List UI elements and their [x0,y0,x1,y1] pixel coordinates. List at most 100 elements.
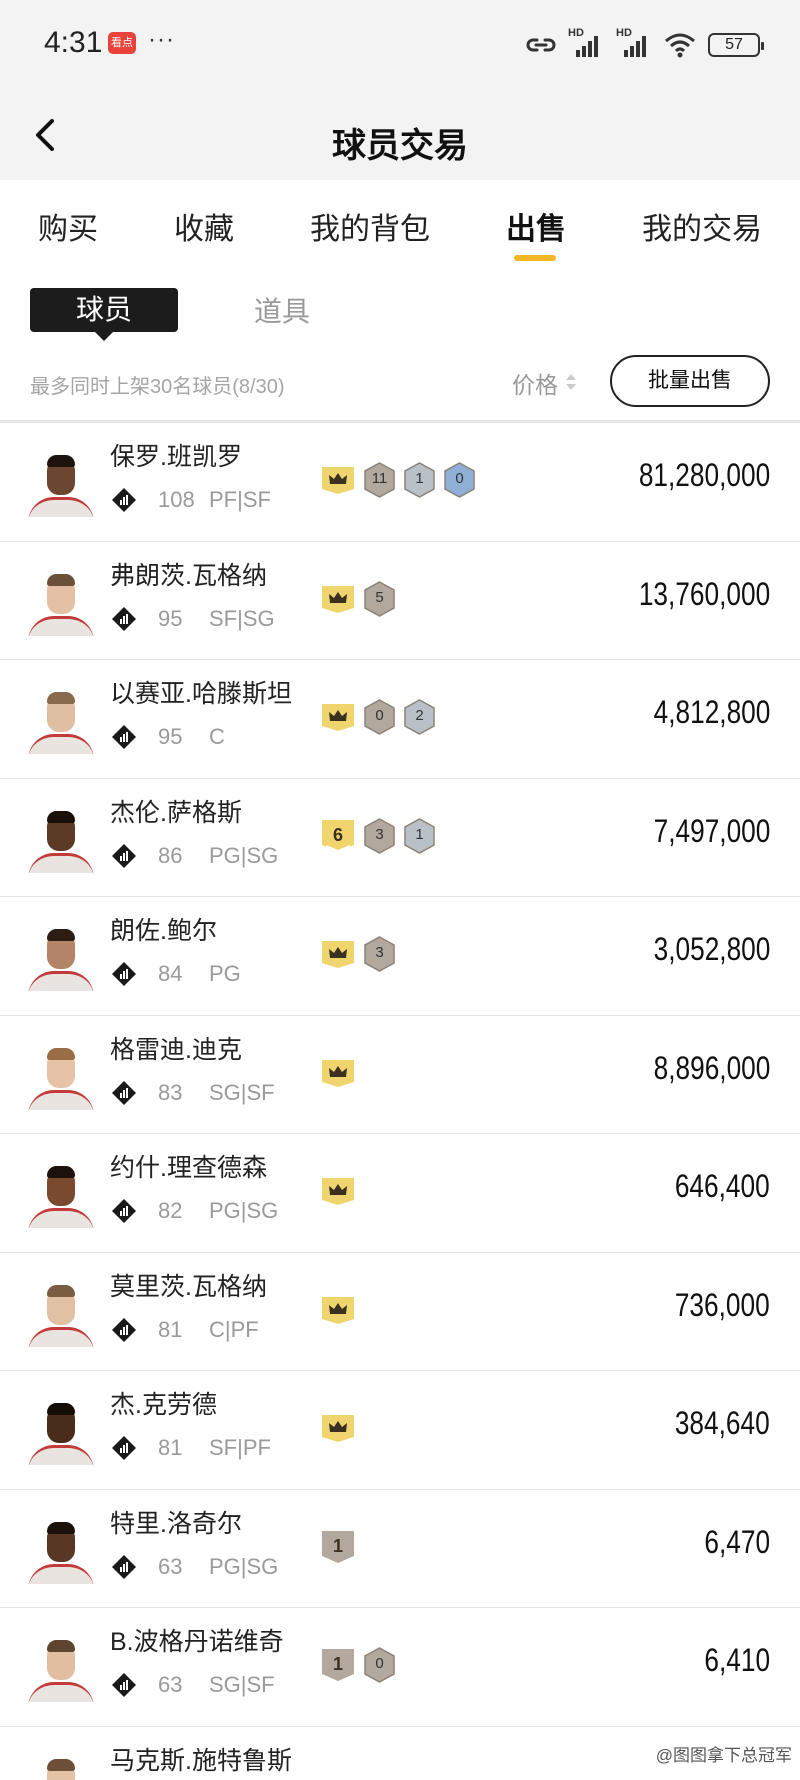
player-price: 384,640 [675,1405,770,1441]
app-notification-icon: 看点 [108,32,136,54]
player-position: SF|SG [209,605,275,631]
rating-diamond-icon [112,488,136,512]
status-time: 4:31 [44,26,103,59]
player-row[interactable]: 弗朗茨.瓦格纳 95 SF|SG 5 13,760,000 [0,541,800,660]
player-row[interactable]: 朗佐.鲍尔 84 PG 3 3,052,800 [0,897,800,1016]
player-avatar [28,807,94,873]
player-row[interactable]: B.波格丹诺维奇 63 SG|SF 1 0 6,410 [0,1608,800,1727]
player-row[interactable]: 以赛亚.哈滕斯坦 95 C 0 2 4,812,800 [0,660,800,779]
player-row[interactable]: 特里.洛奇尔 63 PG|SG 1 6,470 [0,1489,800,1608]
subtab-players[interactable]: 球员 [30,288,178,341]
player-row[interactable]: 格雷迪.迪克 83 SG|SF 8,896,000 [0,1015,800,1134]
player-row[interactable]: 莫里茨.瓦格纳 81 C|PF 736,000 [0,1252,800,1371]
filter-row: 最多同时上架30名球员(8/30) 价格 批量出售 [0,348,800,420]
player-name: 弗朗茨.瓦格纳 [110,561,267,590]
player-name: 杰.克劳德 [110,1391,217,1419]
tab-my-bag[interactable]: 我的背包 [310,204,430,248]
batch-sell-button[interactable]: 批量出售 [610,355,770,407]
player-price: 736,000 [675,1286,770,1323]
player-name: 朗佐.鲍尔 [110,917,217,945]
player-rating: 81 [158,1316,183,1342]
rank-badge: 1 [320,1529,356,1565]
crown-badge-icon [320,1058,356,1088]
player-position: PG|SG [209,1198,279,1223]
player-badges: 5 [320,579,396,619]
player-avatar [28,451,94,517]
level-badge: 3 [363,936,396,972]
player-badges [320,1171,356,1211]
player-position: C|PF [209,1316,259,1342]
main-tabs: 购买 收藏 我的背包 出售 我的交易 [0,180,800,268]
rating-diamond-icon [112,1436,136,1460]
level-badge: 11 [363,462,396,498]
sub-tabs: 球员 道具 [0,268,800,348]
subtab-items[interactable]: 道具 [254,290,310,330]
sort-arrows-icon[interactable] [565,372,577,392]
player-name: 莫里茨.瓦格纳 [110,1272,267,1301]
player-badges [320,1408,356,1448]
signal-icon-2: HD [616,27,652,59]
link-icon [526,38,556,52]
sort-by-price[interactable]: 价格 [512,366,558,400]
crown-badge-icon [320,702,356,732]
rating-diamond-icon [112,1199,136,1223]
player-rating: 63 [158,1553,183,1579]
tab-buy[interactable]: 购买 [38,204,98,248]
player-row[interactable]: 杰.克劳德 81 SF|PF 384,640 [0,1371,800,1490]
player-price: 13,760,000 [638,575,770,612]
rank-badge: 6 [320,818,356,854]
tab-sell[interactable]: 出售 [506,204,566,248]
status-bar: 4:31 看点 ··· HD HD 57 [0,0,800,90]
player-position: SF|PF [209,1435,271,1460]
player-rating: 84 [158,961,183,986]
player-avatar [28,1399,94,1465]
player-position: PG|SG [209,1553,279,1579]
watermark: @图图拿下总冠军 [655,1746,792,1765]
player-position: SG|SF [209,1672,275,1697]
page-title: 球员交易 [332,127,468,165]
crown-badge-icon [320,1413,356,1443]
rating-diamond-icon [112,1317,136,1342]
level-badge: 0 [363,699,396,735]
player-badges: 11 1 0 [320,460,476,500]
level-badge: 0 [363,1647,396,1683]
player-name: 格雷迪.迪克 [110,1035,242,1064]
player-badges: 3 [320,934,396,974]
player-price: 8,896,000 [653,1049,770,1086]
wifi-icon [665,33,695,58]
rating-diamond-icon [112,606,136,631]
player-list: 保罗.班凯罗 108 PF|SF 11 1 0 81,280,000 弗朗茨.瓦格纳 95 SF|… [0,423,800,1780]
player-name: 保罗.班凯罗 [110,443,242,471]
level-badge: 5 [363,580,396,617]
player-name: 以赛亚.哈滕斯坦 [110,680,292,708]
crown-badge-icon [320,939,356,969]
player-row[interactable]: 杰伦.萨格斯 86 PG|SG 6 3 1 7,497,000 [0,778,800,897]
player-rating: 83 [158,1079,183,1105]
rating-diamond-icon [112,962,136,986]
player-badges [320,1053,356,1093]
player-position: PF|SF [209,487,271,512]
player-row[interactable]: 约什.理查德森 82 PG|SG 646,400 [0,1134,800,1253]
rating-diamond-icon [112,1554,136,1579]
level-badge: 1 [403,817,436,854]
crown-badge-icon [320,1176,356,1206]
player-price: 3,052,800 [653,931,770,967]
player-price: 4,812,800 [653,694,770,730]
player-avatar [28,570,94,636]
tab-favorites[interactable]: 收藏 [174,204,234,248]
player-rating: 95 [158,724,183,749]
player-badges [320,1290,356,1330]
player-avatar [28,1755,94,1780]
level-badge: 3 [363,817,396,854]
tab-my-trades[interactable]: 我的交易 [642,204,762,248]
player-price: 6,410 [704,1642,770,1678]
player-price: 6,470 [704,1523,770,1560]
player-row[interactable]: 保罗.班凯罗 108 PF|SF 11 1 0 81,280,000 [0,423,800,542]
player-name: 马克斯.施特鲁斯 [110,1746,292,1775]
level-badge: 1 [403,462,436,498]
crown-badge-icon [320,584,356,614]
crown-badge-icon [320,1295,356,1325]
player-name: 约什.理查德森 [110,1154,267,1182]
player-rating: 63 [158,1672,183,1697]
rating-diamond-icon [112,725,136,749]
